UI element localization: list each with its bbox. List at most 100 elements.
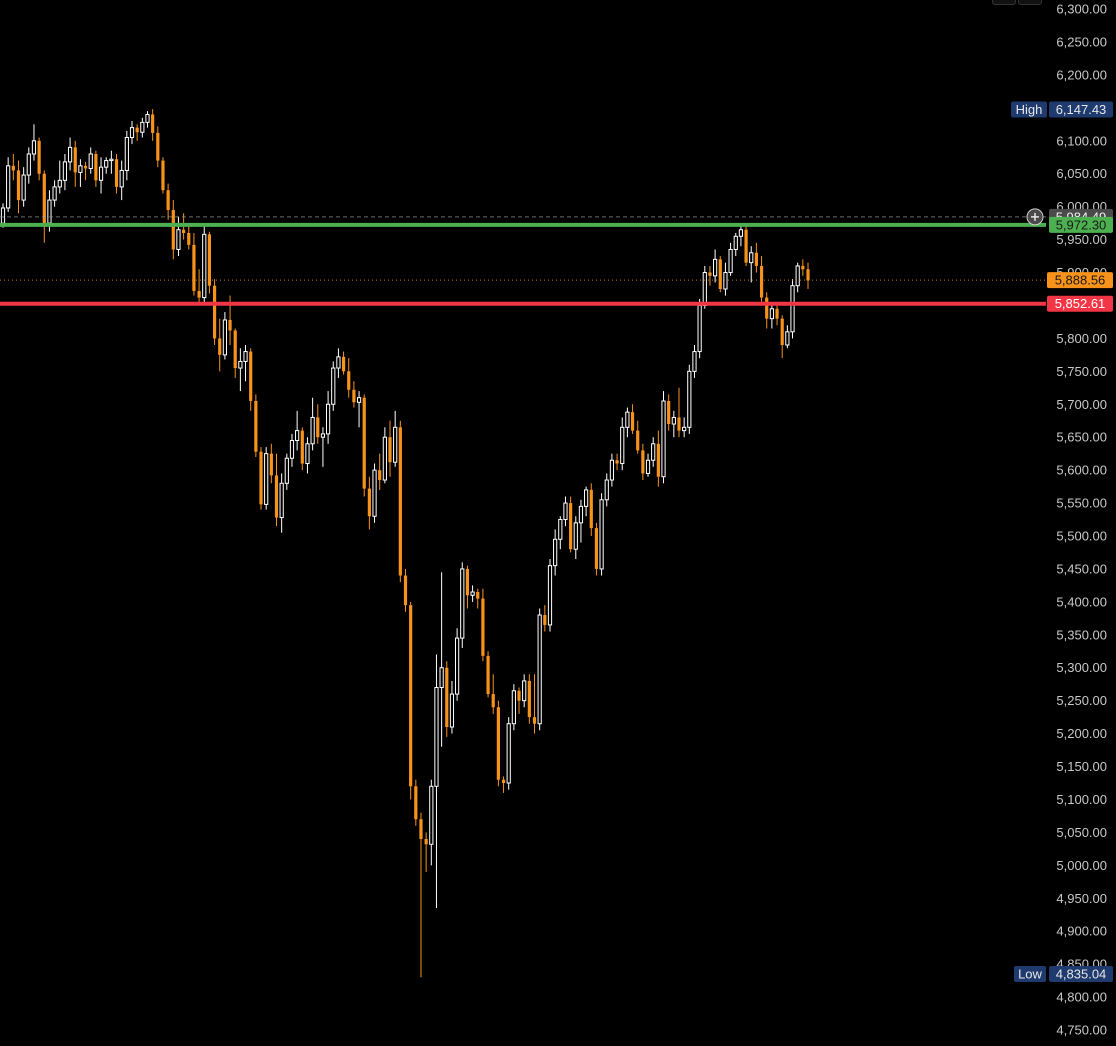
high-tag: High [1011, 101, 1047, 118]
axis-tick-label: 6,100.00 [1056, 133, 1107, 148]
candle [537, 608, 542, 731]
candle [527, 674, 531, 724]
candle-body [728, 248, 733, 274]
candle [409, 601, 413, 800]
candle-body [537, 614, 542, 725]
candle-body [604, 479, 609, 501]
axis-tick-label: 5,600.00 [1056, 463, 1107, 478]
candle-body [460, 568, 465, 639]
axis-tick-label: 4,900.00 [1056, 924, 1107, 939]
candle-body [222, 319, 227, 356]
candle-body [759, 265, 764, 298]
candle-body [21, 174, 26, 201]
axis-tick-label: 5,000.00 [1056, 858, 1107, 873]
candle-body [0, 207, 6, 224]
candle-body [218, 338, 222, 355]
candle-body [187, 233, 191, 245]
candle-body [630, 412, 635, 431]
axis-tick-label: 5,650.00 [1056, 430, 1107, 445]
candlestick-chart[interactable]: 6,300.00 6,250.00 6,200.00 6,100.00 6,050.00… [0, 0, 1116, 1046]
candle-body [347, 371, 351, 390]
candle-body [522, 680, 527, 702]
candle-body [744, 229, 748, 263]
candle [511, 684, 516, 731]
candle-body [496, 707, 500, 780]
candle [594, 522, 599, 576]
axis-tick-label: 5,950.00 [1056, 232, 1107, 247]
candle-body [733, 235, 738, 250]
candle [372, 463, 377, 523]
candle-body [656, 443, 660, 477]
candle-body [259, 451, 263, 505]
candle-body [527, 680, 531, 718]
candle-body [289, 439, 295, 459]
candle-body [182, 229, 186, 234]
high-tag-text: High [1016, 102, 1043, 117]
candle-body [414, 786, 418, 820]
candle-body [171, 209, 175, 250]
axis-tick-label: 5,700.00 [1056, 397, 1107, 412]
crosshair-add-icon[interactable] [1026, 208, 1044, 226]
candle-body [300, 430, 304, 464]
axis-tick-label: 5,550.00 [1056, 496, 1107, 511]
candle-body [429, 785, 434, 845]
candle-body [578, 505, 584, 524]
candle [486, 651, 490, 698]
candle-body [336, 356, 341, 369]
candle-body [42, 173, 46, 224]
candle-body [11, 165, 15, 171]
axis-tick-label: 5,800.00 [1056, 331, 1107, 346]
candle-body [636, 430, 640, 451]
candle-body [609, 459, 615, 481]
candle-body [615, 460, 619, 464]
axis-tick-label: 6,200.00 [1056, 67, 1107, 82]
candle-body [104, 160, 109, 168]
low-tag-text: Low [1018, 966, 1042, 981]
candle [212, 279, 217, 345]
candle-body [249, 351, 253, 401]
chart-background [0, 0, 1116, 1046]
axis-tick-label: 5,400.00 [1056, 594, 1107, 609]
candle-body [403, 575, 408, 606]
candle-body [243, 351, 248, 362]
candle [718, 256, 722, 293]
toolbar-button-left[interactable] [992, 0, 1016, 5]
candle-body [558, 519, 563, 540]
candle-body [692, 351, 697, 372]
candle-body [145, 113, 150, 123]
candle-body [723, 272, 728, 290]
last-price-badge-text: 5,888.56 [1055, 273, 1106, 288]
candle-body [470, 591, 475, 596]
candle-body [553, 538, 558, 567]
candle-body [434, 686, 439, 787]
candle-body [563, 502, 568, 521]
candle-body [409, 605, 413, 787]
candle-body [790, 285, 795, 333]
axis-tick-label: 5,300.00 [1056, 660, 1107, 675]
candle-body [135, 127, 139, 133]
candle [331, 361, 336, 411]
candle-body [713, 258, 718, 277]
candle-body [738, 229, 744, 237]
candle-body [687, 370, 692, 428]
candle-body [67, 146, 73, 163]
axis-tick-label: 5,350.00 [1056, 627, 1107, 642]
candle [202, 223, 207, 303]
candle-body [501, 779, 506, 783]
candle-body [547, 565, 553, 626]
axis-tick-label: 5,150.00 [1056, 759, 1107, 774]
candle-body [119, 169, 124, 188]
candle-body [795, 265, 800, 287]
candle-body [584, 489, 589, 507]
candle-body [161, 160, 165, 191]
candle [254, 394, 258, 457]
candle-body [708, 272, 712, 276]
toolbar-button-right[interactable] [1018, 0, 1042, 5]
green-level-badge: 5,972.30 [1049, 216, 1113, 233]
candle-body [47, 199, 52, 224]
candle-body [718, 259, 722, 289]
candle [599, 493, 604, 576]
candle-body [83, 165, 88, 169]
candle-body [599, 499, 604, 570]
axis-tick-label: 6,300.00 [1056, 2, 1107, 17]
